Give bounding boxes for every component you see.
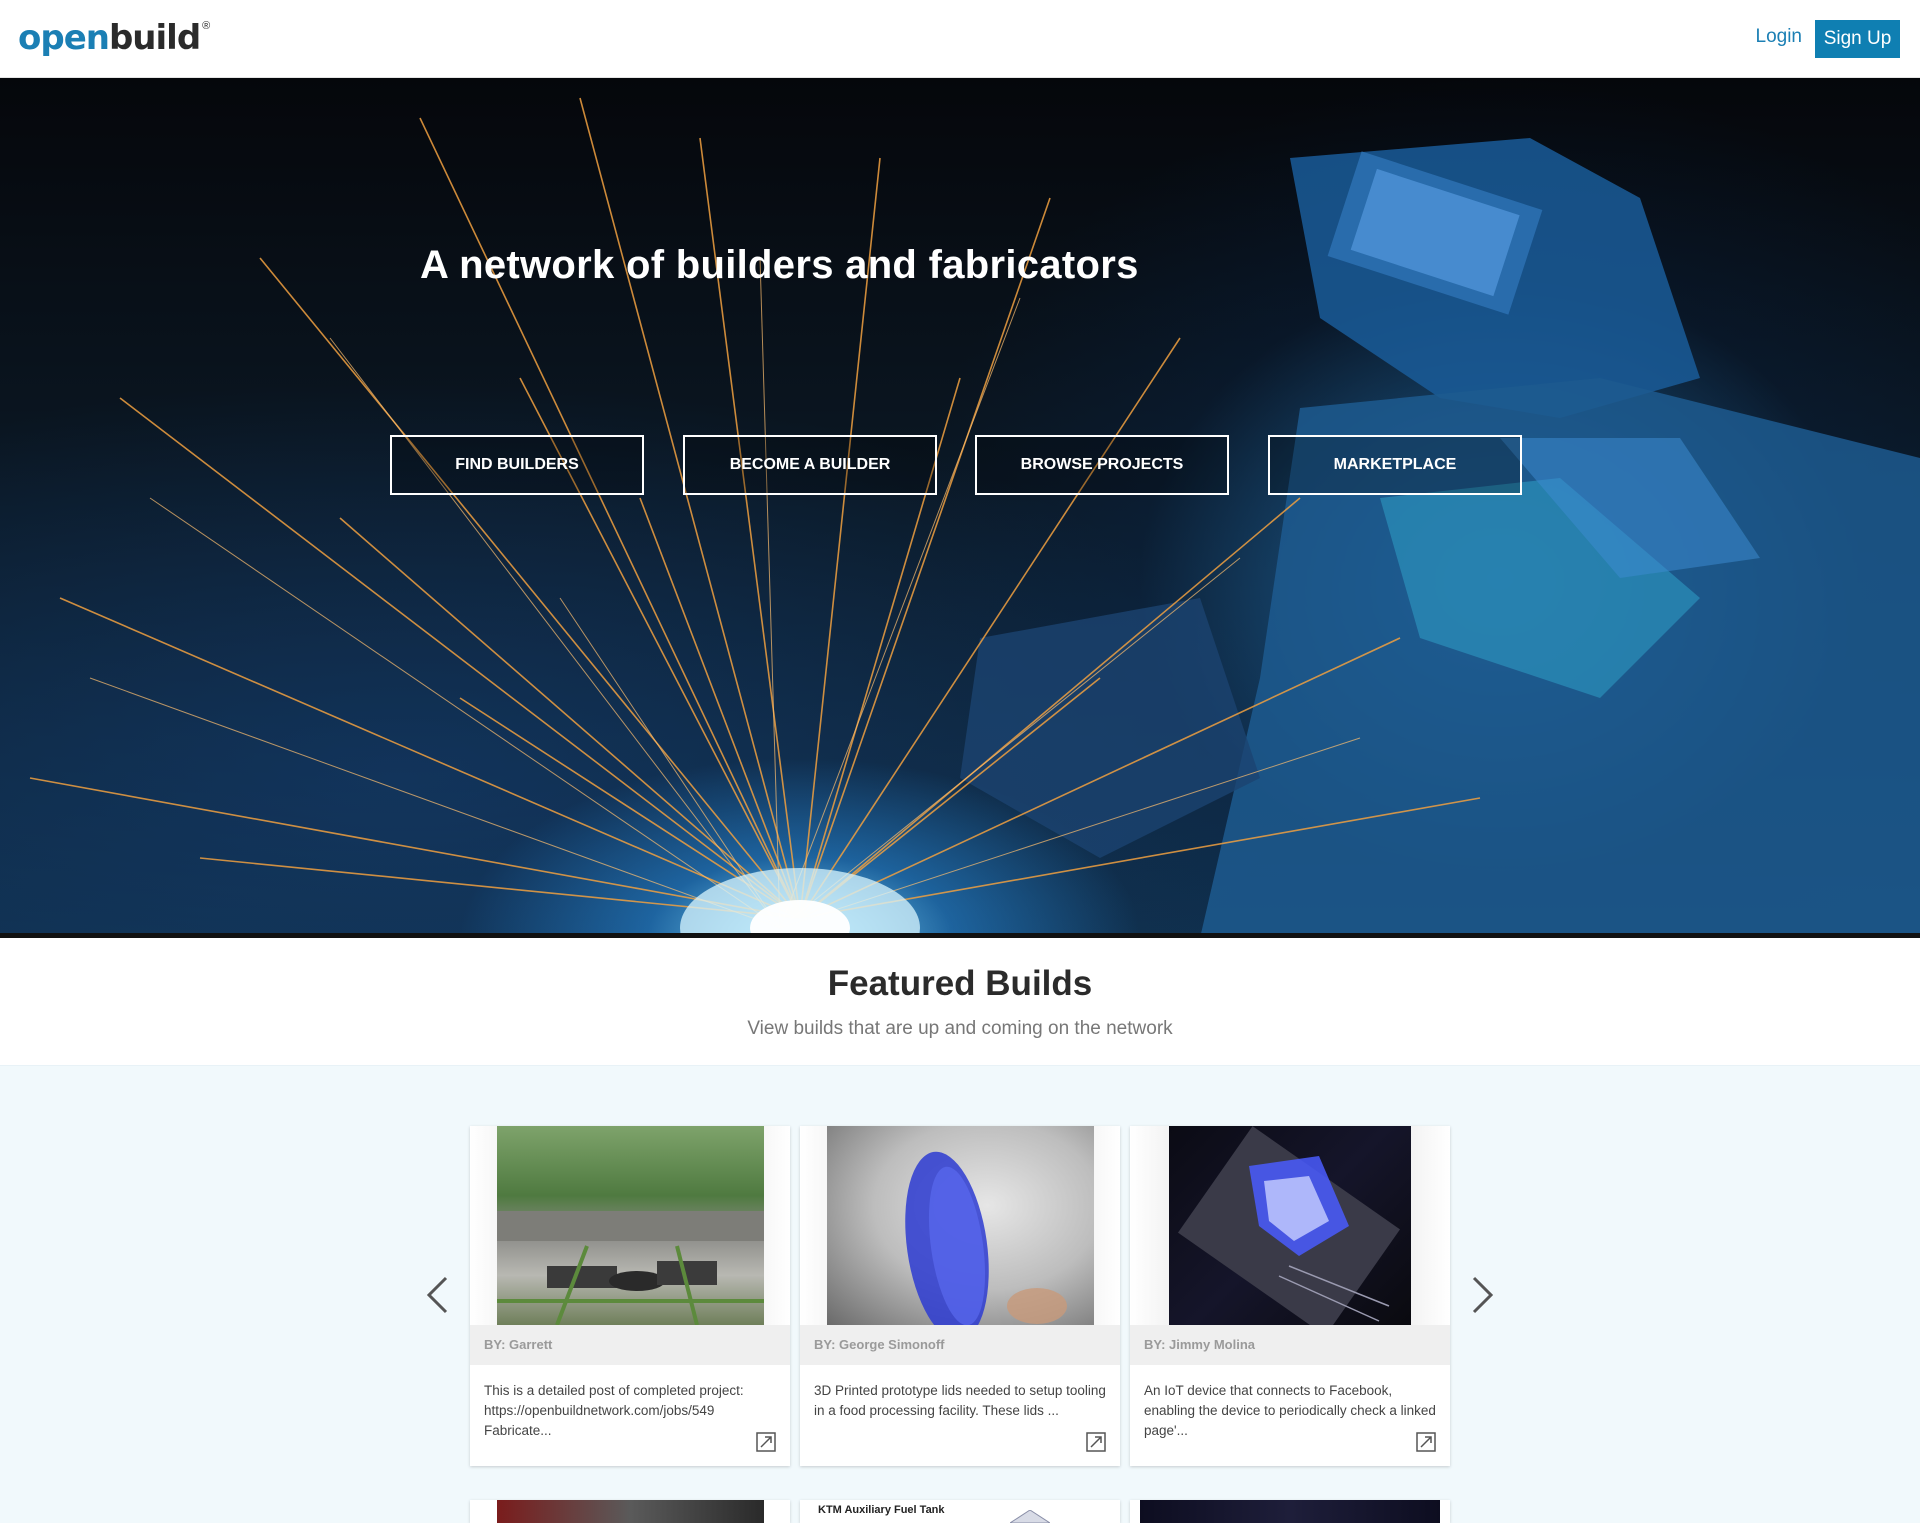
logo-text-build: build: [108, 18, 201, 58]
hero-banner: A network of builders and fabricators FI…: [0, 78, 1920, 938]
expand-icon[interactable]: [1086, 1432, 1106, 1452]
openbuild-logo[interactable]: open build ®: [18, 14, 210, 58]
featured-builds-subtitle: View builds that are up and coming on th…: [747, 1018, 1173, 1039]
marketplace-button[interactable]: MARKETPLACE: [1268, 435, 1522, 495]
find-builders-button[interactable]: FIND BUILDERS: [390, 435, 644, 495]
logo-text-open: open: [18, 18, 110, 58]
build-card[interactable]: BY: George Simonoff 3D Printed prototype…: [800, 1126, 1120, 1466]
build-card-image-caption: KTM Auxiliary Fuel Tank: [818, 1504, 945, 1516]
build-card-image-area: [1130, 1126, 1450, 1325]
build-card-author: BY: Garrett: [470, 1325, 790, 1365]
build-card-description: 3D Printed prototype lids needed to setu…: [814, 1383, 1106, 1418]
build-card-partial[interactable]: [470, 1500, 790, 1523]
welding-sparks-image: [29, 97, 1920, 938]
carousel-prev-button[interactable]: [417, 1270, 457, 1320]
build-card-author: BY: Jimmy Molina: [1130, 1325, 1450, 1365]
build-card-description: This is a detailed post of completed pro…: [484, 1383, 744, 1438]
chevron-right-icon: [1472, 1276, 1494, 1314]
build-card-author: BY: George Simonoff: [800, 1325, 1120, 1365]
expand-icon[interactable]: [1416, 1432, 1436, 1452]
logo-registered-mark: ®: [202, 20, 211, 32]
sign-up-button[interactable]: Sign Up: [1815, 20, 1900, 58]
build-card-image-area: [470, 1126, 790, 1325]
login-link[interactable]: Login: [1756, 26, 1803, 48]
build-card-image: [1010, 1510, 1050, 1523]
become-a-builder-button[interactable]: BECOME A BUILDER: [683, 435, 937, 495]
build-card[interactable]: BY: Jimmy Molina An IoT device that conn…: [1130, 1126, 1450, 1466]
build-card-image: [1169, 1126, 1411, 1325]
build-card-image: [827, 1126, 1094, 1325]
expand-icon[interactable]: [756, 1432, 776, 1452]
build-card[interactable]: BY: Garrett This is a detailed post of c…: [470, 1126, 790, 1466]
build-card-description: An IoT device that connects to Facebook,…: [1144, 1383, 1436, 1438]
featured-builds-header: Featured Builds View builds that are up …: [0, 938, 1920, 1066]
build-card-image: [1140, 1500, 1440, 1523]
top-navbar: open build ® Login Sign Up: [0, 0, 1920, 78]
build-card-partial[interactable]: [1130, 1500, 1450, 1523]
build-card-image: [497, 1126, 764, 1325]
build-card-image-area: [800, 1126, 1120, 1325]
featured-builds-title: Featured Builds: [827, 964, 1093, 1003]
chevron-left-icon: [426, 1276, 448, 1314]
build-card-image: [497, 1500, 764, 1523]
hero-title: A network of builders and fabricators: [420, 243, 1139, 287]
browse-projects-button[interactable]: BROWSE PROJECTS: [975, 435, 1229, 495]
carousel-next-button[interactable]: [1463, 1270, 1503, 1320]
build-card-partial[interactable]: KTM Auxiliary Fuel Tank: [800, 1500, 1120, 1523]
